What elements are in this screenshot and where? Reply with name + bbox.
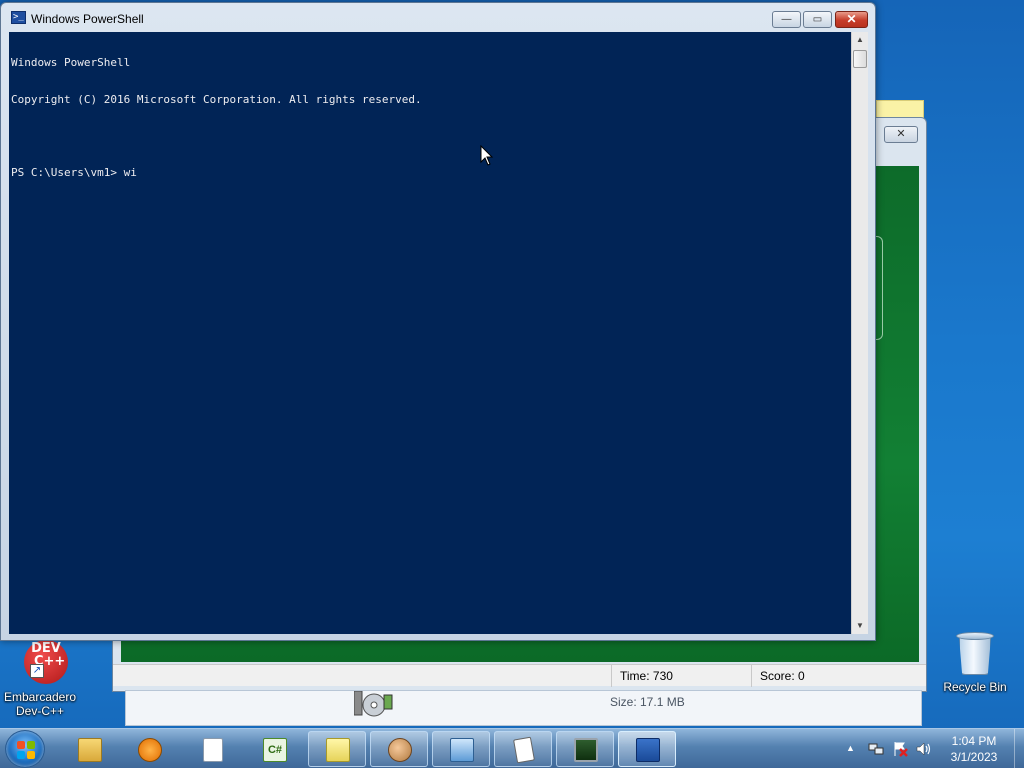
taskbar-item-csharp[interactable]: C#	[245, 731, 303, 767]
vertical-scrollbar[interactable]: ▲ ▼	[851, 32, 868, 634]
maximize-button[interactable]: ▭	[803, 11, 832, 28]
time-readout: Time: 730	[611, 665, 751, 687]
disc-drive-icon	[354, 691, 393, 717]
recycle-bin-icon	[956, 630, 994, 676]
status-bar: Time: 730 Score: 0	[113, 664, 926, 687]
window-title: Windows PowerShell	[31, 12, 144, 26]
desktop-icon-label: Recycle Bin	[943, 680, 1007, 694]
close-icon: ✕	[896, 128, 906, 140]
windows-logo-icon	[17, 741, 35, 759]
shortcut-arrow-icon: ↗	[30, 664, 44, 678]
taskbar: C# ▲ 1:04 PM 3/1/2023	[0, 728, 1024, 768]
powershell-window[interactable]: >_ Windows PowerShell — ▭ ✕ Windows Powe…	[0, 2, 876, 641]
clock[interactable]: 1:04 PM 3/1/2023	[936, 733, 1012, 765]
users-icon	[388, 738, 412, 762]
taskbar-item-document[interactable]	[183, 731, 241, 767]
desktop-icon-recycle-bin[interactable]: Recycle Bin	[935, 630, 1015, 694]
taskbar-item-solitaire[interactable]	[494, 731, 552, 767]
title-bar[interactable]: >_ Windows PowerShell — ▭ ✕	[1, 3, 875, 33]
taskbar-item-powershell[interactable]	[618, 731, 676, 767]
resource-monitor-icon	[574, 738, 598, 762]
taskbar-item-resource-monitor[interactable]	[556, 731, 614, 767]
media-player-icon	[138, 738, 162, 762]
size-label: Size: 17.1 MB	[610, 695, 685, 709]
show-hidden-icons-icon[interactable]: ▲	[846, 743, 855, 753]
start-button[interactable]	[5, 730, 45, 768]
desktop-icon-label: Dev-C++	[15, 704, 65, 718]
volume-icon[interactable]	[916, 741, 932, 757]
minimize-icon: —	[781, 14, 792, 25]
windows-explorer-icon	[78, 738, 102, 762]
console-line: Windows PowerShell	[11, 56, 131, 70]
console-prompt-line[interactable]: PS C:\Users\vm1> wi	[11, 166, 849, 179]
explorer-details-pane: Size: 17.1 MB	[125, 690, 922, 726]
clock-time: 1:04 PM	[951, 734, 997, 748]
blank-document-icon	[203, 738, 223, 762]
scroll-thumb[interactable]	[853, 50, 867, 68]
taskbar-item-control-panel[interactable]	[432, 731, 490, 767]
close-button[interactable]: ✕	[884, 126, 918, 143]
card-slot[interactable]	[875, 236, 883, 340]
desktop-icon-devcpp[interactable]: DEV C++ ↗ Embarcadero Dev-C++	[0, 640, 80, 718]
network-icon[interactable]	[868, 741, 884, 757]
control-panel-icon	[450, 738, 474, 762]
maximize-icon: ▭	[812, 14, 823, 25]
taskbar-item-media-player[interactable]	[120, 731, 178, 767]
minimize-button[interactable]: —	[772, 11, 801, 28]
solitaire-icon	[513, 736, 535, 764]
action-center-icon[interactable]	[892, 741, 908, 757]
console-line: Copyright (C) 2016 Microsoft Corporation…	[11, 93, 422, 107]
csharp-project-icon: C#	[263, 738, 287, 762]
scroll-up-icon[interactable]: ▲	[852, 32, 868, 48]
taskbar-item-sticky-notes[interactable]	[308, 731, 366, 767]
close-icon: ✕	[846, 12, 857, 26]
taskbar-item-users[interactable]	[370, 731, 428, 767]
show-desktop-button[interactable]	[1014, 729, 1024, 768]
desktop-icon-label: Embarcadero	[3, 690, 77, 704]
close-button[interactable]: ✕	[835, 11, 868, 28]
clock-date: 3/1/2023	[950, 750, 998, 764]
score-readout: Score: 0	[751, 665, 911, 687]
scroll-down-icon[interactable]: ▼	[852, 618, 868, 634]
mouse-cursor-icon	[480, 145, 494, 166]
taskbar-item-explorer[interactable]	[60, 731, 118, 767]
powershell-icon[interactable]: >_	[11, 11, 26, 24]
console-output[interactable]: Windows PowerShell Copyright (C) 2016 Mi…	[9, 32, 851, 634]
powershell-icon	[636, 738, 660, 762]
sticky-notes-icon	[326, 738, 350, 762]
devcpp-logo-icon: DEV C++ ↗	[16, 640, 68, 688]
